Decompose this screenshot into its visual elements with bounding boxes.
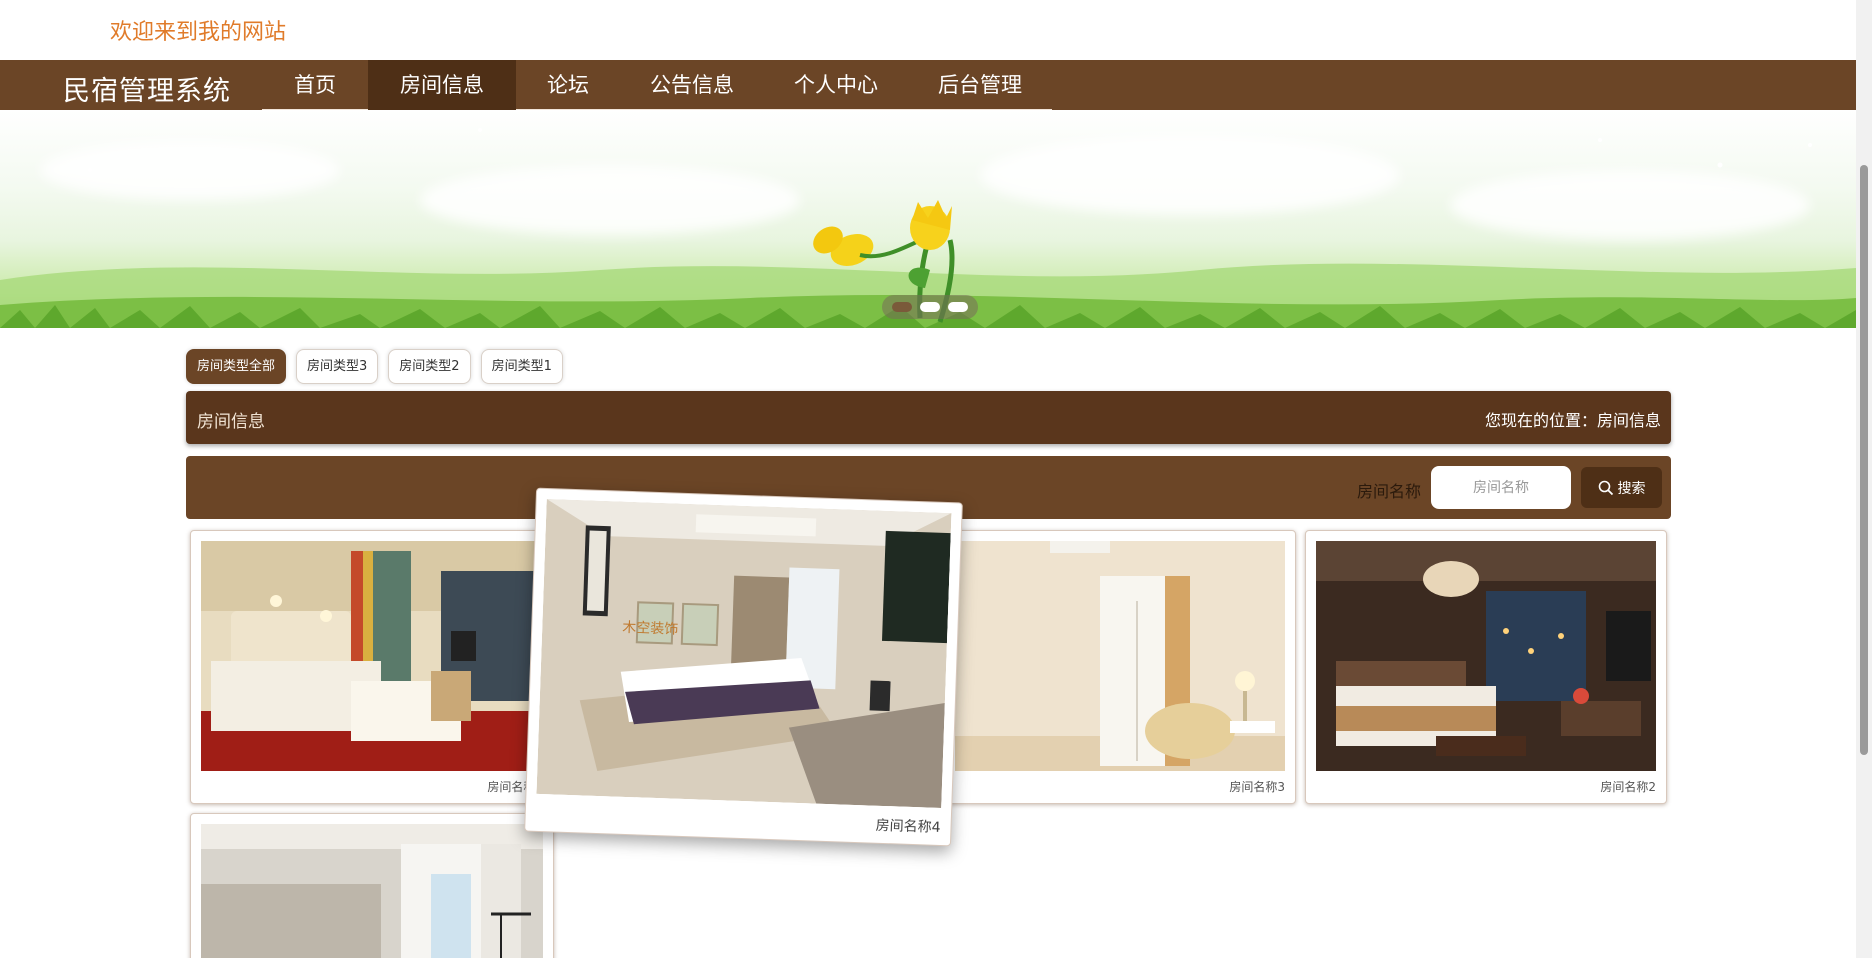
site-brand[interactable]: 民宿管理系统 xyxy=(63,69,231,108)
room-card[interactable]: 房间名称2 xyxy=(1305,530,1667,804)
room-type-2-button[interactable]: 房间类型2 xyxy=(388,349,471,384)
svg-text:木空装饰: 木空装饰 xyxy=(622,620,679,638)
section-title-bar: 房间信息 您现在的位置：房间信息 xyxy=(186,391,1671,444)
welcome-text: 欢迎来到我的网站 xyxy=(110,20,287,45)
room-type-3-button[interactable]: 房间类型3 xyxy=(296,349,379,384)
search-button-label: 搜索 xyxy=(1617,480,1646,497)
room-photo: 木空装饰 xyxy=(536,499,952,808)
room-name: 房间名称2 xyxy=(1600,780,1656,794)
scrollbar-thumb[interactable] xyxy=(1860,165,1868,755)
room-photo xyxy=(201,541,543,771)
carousel-dot-3[interactable] xyxy=(948,302,968,312)
page: 欢迎来到我的网站 民宿管理系统 首页 房间信息 论坛 公告信息 个人中心 后台管… xyxy=(0,0,1872,958)
carousel-indicators xyxy=(882,295,978,319)
room-type-filter: 房间类型全部 房间类型3 房间类型2 房间类型1 xyxy=(186,349,563,384)
banner-carousel[interactable] xyxy=(0,110,1856,328)
search-label: 房间名称 xyxy=(1357,482,1422,501)
room-photo xyxy=(1316,541,1656,771)
room-name-search-input[interactable] xyxy=(1431,466,1571,509)
nav-item-notices[interactable]: 公告信息 xyxy=(620,60,764,110)
room-card[interactable] xyxy=(190,813,554,958)
nav-item-home[interactable]: 首页 xyxy=(262,60,368,110)
search-button[interactable]: 搜索 xyxy=(1581,467,1662,508)
carousel-dot-1[interactable] xyxy=(892,302,912,312)
nav-menu: 首页 房间信息 论坛 公告信息 个人中心 后台管理 xyxy=(262,60,1052,110)
nav-item-admin[interactable]: 后台管理 xyxy=(908,60,1052,110)
main-nav: 民宿管理系统 首页 房间信息 论坛 公告信息 个人中心 后台管理 xyxy=(0,60,1856,110)
room-card[interactable]: 房间名称3 xyxy=(944,530,1296,804)
nav-item-forum[interactable]: 论坛 xyxy=(516,60,620,110)
room-name: 房间名称4 xyxy=(875,817,941,836)
nav-item-rooms[interactable]: 房间信息 xyxy=(368,60,516,110)
breadcrumb: 您现在的位置：房间信息 xyxy=(1484,411,1661,430)
nav-item-profile[interactable]: 个人中心 xyxy=(764,60,908,110)
room-photo xyxy=(201,824,543,958)
room-card[interactable]: 房间名称5 xyxy=(190,530,554,804)
room-photo xyxy=(955,541,1285,771)
room-type-1-button[interactable]: 房间类型1 xyxy=(480,349,563,384)
carousel-dot-2[interactable] xyxy=(920,302,940,312)
room-name: 房间名称3 xyxy=(1229,780,1285,794)
room-type-all-button[interactable]: 房间类型全部 xyxy=(186,349,287,384)
search-icon xyxy=(1598,480,1613,495)
room-card-hovered[interactable]: 木空装饰 房间名称4 xyxy=(524,487,963,847)
scrollbar-track[interactable] xyxy=(1856,0,1872,958)
section-title: 房间信息 xyxy=(197,412,265,432)
